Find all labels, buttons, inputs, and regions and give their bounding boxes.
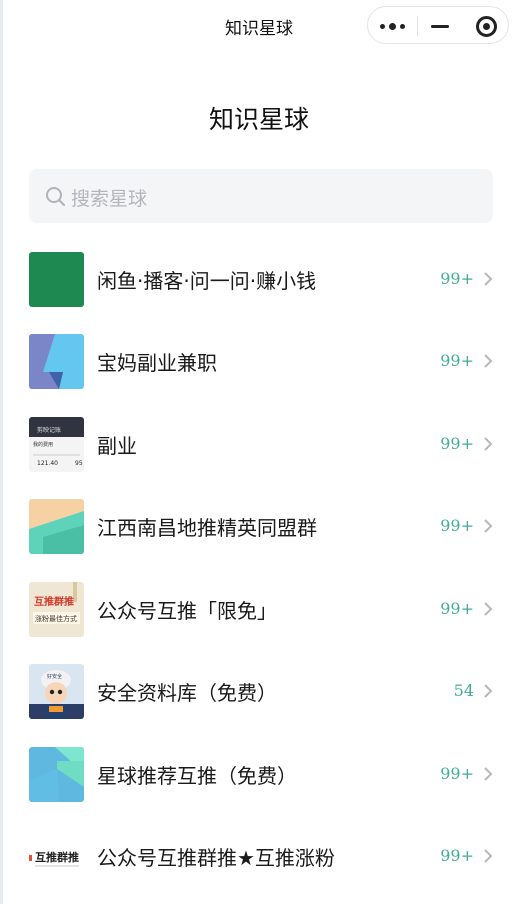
chevron-right-icon	[484, 519, 493, 533]
planet-avatar	[29, 252, 84, 307]
planet-avatar	[29, 499, 84, 554]
planet-item[interactable]: 江西南昌地推精英同盟群 99+	[0, 485, 518, 567]
planet-item[interactable]: 闲鱼·播客·问一问·赚小钱 99+	[0, 238, 518, 320]
thumb-text: 互推群推	[35, 850, 79, 864]
thumb-text: 剪映记账	[37, 426, 61, 434]
chevron-right-icon	[484, 437, 493, 451]
member-count: 99+	[440, 269, 474, 288]
thumb-text: 涨粉最佳方式	[35, 614, 77, 623]
planet-item[interactable]: 互推群推 公众号互推群推★互推涨粉 99+	[0, 815, 518, 897]
page-title: 知识星球	[208, 105, 309, 134]
chevron-right-icon	[484, 684, 493, 698]
member-count: 99+	[440, 846, 474, 865]
planet-item[interactable]: 宝妈副业兼职 99+	[0, 320, 518, 402]
planet-name: 公众号互推「限免」	[97, 599, 277, 623]
thumb-text: 95	[75, 460, 83, 467]
planet-avatar	[29, 334, 84, 389]
planet-avatar: 互推群推	[29, 829, 84, 884]
planet-item[interactable]: 剪映记账 我的费用 121.40 95 副业 99+	[0, 403, 518, 485]
planet-name: 副业	[97, 434, 137, 458]
chevron-right-icon	[484, 354, 493, 368]
planet-name: 宝妈副业兼职	[97, 351, 217, 375]
planet-name: 江西南昌地推精英同盟群	[97, 516, 317, 540]
target-close-icon[interactable]	[462, 7, 510, 45]
member-count: 54	[453, 681, 474, 700]
planet-item[interactable]: 互推群推 涨粉最佳方式 公众号互推「限免」 99+	[0, 568, 518, 650]
planet-item[interactable]: 好安全 安全资料库（免费） 54	[0, 650, 518, 732]
minimize-icon[interactable]	[418, 7, 462, 45]
thumb-text: 121.40	[37, 460, 58, 467]
chevron-right-icon	[484, 767, 493, 781]
chevron-right-icon	[484, 272, 493, 286]
member-count: 99+	[440, 599, 474, 618]
planet-name: 闲鱼·播客·问一问·赚小钱	[97, 269, 317, 293]
member-count: 99+	[440, 434, 474, 453]
navigation-bar: 知识星球	[0, 0, 518, 52]
more-dots-icon[interactable]	[368, 7, 417, 45]
thumb-text: 我的费用	[33, 441, 53, 448]
search-placeholder: 搜索星球	[71, 188, 148, 210]
thumb-text: 互推群推	[34, 595, 74, 608]
planet-name: 安全资料库（免费）	[97, 681, 277, 705]
planet-avatar: 好安全	[29, 664, 84, 719]
planet-item[interactable]: 星球推荐互推（免费） 99+	[0, 733, 518, 815]
planet-avatar: 剪映记账 我的费用 121.40 95	[29, 417, 84, 472]
member-count: 99+	[440, 516, 474, 535]
member-count: 99+	[440, 351, 474, 370]
miniprogram-capsule	[367, 6, 509, 44]
planet-name: 星球推荐互推（免费）	[97, 764, 297, 788]
member-count: 99+	[440, 764, 474, 783]
planet-name: 公众号互推群推★互推涨粉	[97, 846, 335, 870]
search-input[interactable]: 搜索星球	[29, 169, 493, 223]
planet-avatar: 互推群推 涨粉最佳方式	[29, 582, 84, 637]
planet-avatar	[29, 747, 84, 802]
thumb-text: 好安全	[47, 673, 62, 680]
chevron-right-icon	[484, 602, 493, 616]
chevron-right-icon	[484, 849, 493, 863]
search-icon	[46, 187, 65, 206]
